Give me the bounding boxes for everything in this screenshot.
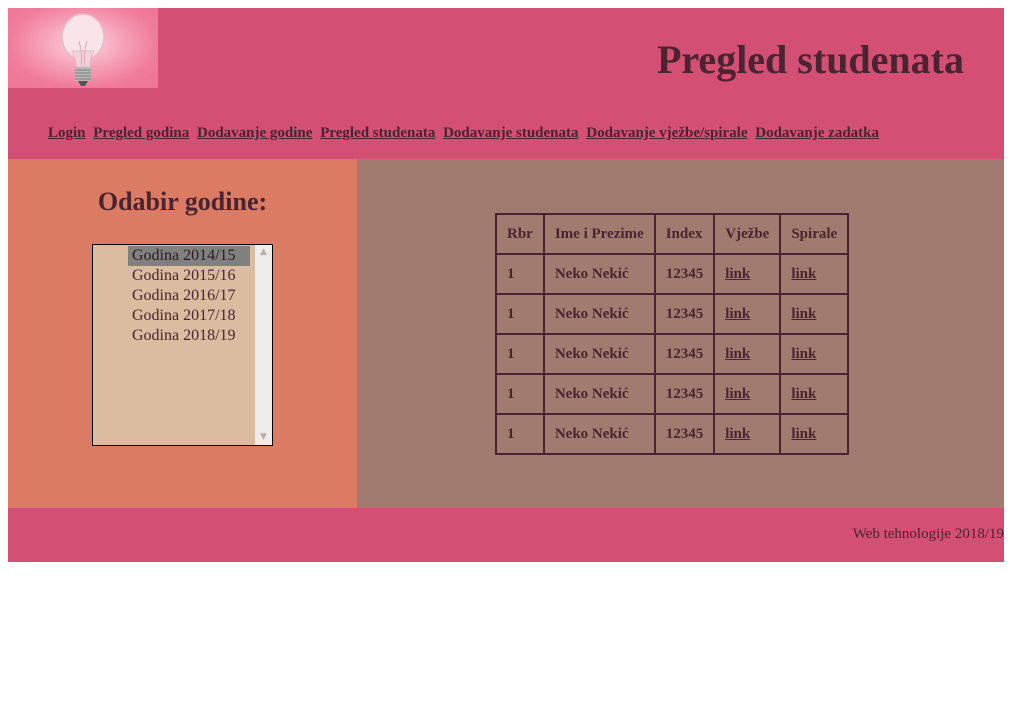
spirale-link[interactable]: link <box>791 306 816 322</box>
students-panel: Rbr Ime i Prezime Index Vježbe Spirale 1… <box>357 159 1004 508</box>
cell-rbr: 1 <box>496 294 544 334</box>
cell-vjezbe: link <box>714 374 781 414</box>
cell-spirale: link <box>780 334 849 374</box>
nav-link-pregled-studenata[interactable]: Pregled studenata <box>320 125 435 141</box>
main-nav: Login Pregled godina Dodavanje godine Pr… <box>48 125 883 142</box>
nav-link-pregled-godina[interactable]: Pregled godina <box>93 125 189 141</box>
cell-rbr: 1 <box>496 334 544 374</box>
cell-name: Neko Nekić <box>543 414 655 454</box>
spirale-link[interactable]: link <box>791 346 816 362</box>
cell-name: Neko Nekić <box>543 254 655 294</box>
table-row: 1 Neko Nekić 12345 link link <box>496 374 849 414</box>
cell-spirale: link <box>780 254 849 294</box>
nav-link-dodavanje-zadatka[interactable]: Dodavanje zadatka <box>755 125 879 141</box>
cell-spirale: link <box>780 294 849 334</box>
cell-index: 12345 <box>654 254 715 294</box>
scroll-up-icon[interactable]: ▲ <box>258 247 269 258</box>
nav-link-dodavanje-godine[interactable]: Dodavanje godine <box>197 125 312 141</box>
vjezbe-link[interactable]: link <box>725 386 750 402</box>
spirale-link[interactable]: link <box>791 386 816 402</box>
table-row: 1 Neko Nekić 12345 link link <box>496 414 849 454</box>
cell-vjezbe: link <box>714 414 781 454</box>
table-row: 1 Neko Nekić 12345 link link <box>496 254 849 294</box>
students-table: Rbr Ime i Prezime Index Vježbe Spirale 1… <box>495 213 850 455</box>
vjezbe-link[interactable]: link <box>725 266 750 282</box>
cell-index: 12345 <box>654 414 715 454</box>
cell-rbr: 1 <box>496 374 544 414</box>
cell-index: 12345 <box>654 374 715 414</box>
table-row: 1 Neko Nekić 12345 link link <box>496 334 849 374</box>
cell-vjezbe: link <box>714 334 781 374</box>
year-option[interactable]: Godina 2018/19 <box>128 326 250 346</box>
cell-name: Neko Nekić <box>543 374 655 414</box>
vjezbe-link[interactable]: link <box>725 306 750 322</box>
cell-vjezbe: link <box>714 294 781 334</box>
year-listbox[interactable]: Godina 2014/15 Godina 2015/16 Godina 201… <box>92 244 273 446</box>
spirale-link[interactable]: link <box>791 266 816 282</box>
footer-text: Web tehnologije 2018/19 <box>852 526 1004 542</box>
cell-rbr: 1 <box>496 414 544 454</box>
page-title: Pregled studenata <box>656 37 964 82</box>
table-row: 1 Neko Nekić 12345 link link <box>496 294 849 334</box>
content: Odabir godine: Godina 2014/15 Godina 201… <box>8 159 1004 508</box>
vjezbe-link[interactable]: link <box>725 346 750 362</box>
year-select-heading: Odabir godine: <box>97 187 268 216</box>
column-header-ime-prezime: Ime i Prezime <box>543 214 655 254</box>
cell-rbr: 1 <box>496 254 544 294</box>
column-header-vjezbe: Vježbe <box>714 214 781 254</box>
year-option[interactable]: Godina 2015/16 <box>128 266 250 286</box>
page: Pregled studenata Login Pregled godina D… <box>8 8 1004 562</box>
cell-spirale: link <box>780 414 849 454</box>
year-option[interactable]: Godina 2017/18 <box>128 306 250 326</box>
table-header-row: Rbr Ime i Prezime Index Vježbe Spirale <box>496 214 849 254</box>
nav-link-dodavanje-studenata[interactable]: Dodavanje studenata <box>443 125 578 141</box>
listbox-scrollbar[interactable]: ▲ ▼ <box>255 245 272 445</box>
cell-index: 12345 <box>654 334 715 374</box>
year-option[interactable]: Godina 2014/15 <box>128 246 250 266</box>
column-header-rbr: Rbr <box>496 214 544 254</box>
column-header-spirale: Spirale <box>780 214 849 254</box>
cell-name: Neko Nekić <box>543 334 655 374</box>
cell-spirale: link <box>780 374 849 414</box>
header: Pregled studenata Login Pregled godina D… <box>8 8 1004 159</box>
cell-name: Neko Nekić <box>543 294 655 334</box>
cell-vjezbe: link <box>714 254 781 294</box>
spirale-link[interactable]: link <box>791 426 816 442</box>
cell-index: 12345 <box>654 294 715 334</box>
lightbulb-icon <box>8 8 158 88</box>
nav-link-dodavanje-vjezbe-spirale[interactable]: Dodavanje vježbe/spirale <box>586 125 747 141</box>
column-header-index: Index <box>654 214 715 254</box>
scroll-down-icon[interactable]: ▼ <box>258 432 269 443</box>
year-option[interactable]: Godina 2016/17 <box>128 286 250 306</box>
nav-link-login[interactable]: Login <box>48 125 86 141</box>
year-select-panel: Odabir godine: Godina 2014/15 Godina 201… <box>8 159 357 508</box>
vjezbe-link[interactable]: link <box>725 426 750 442</box>
footer: Web tehnologije 2018/19 <box>8 508 1004 562</box>
